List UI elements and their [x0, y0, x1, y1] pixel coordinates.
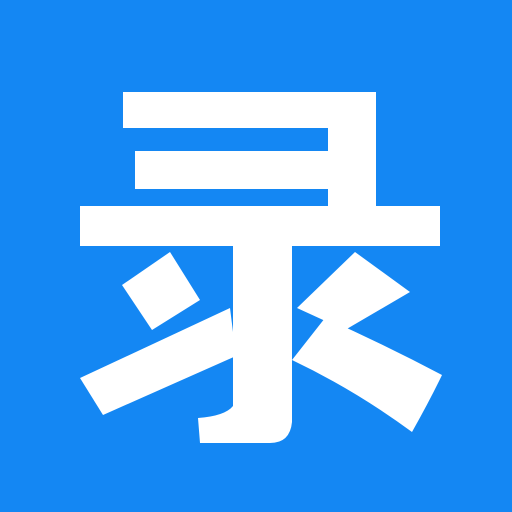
- record-glyph-icon: [0, 0, 512, 512]
- app-icon: [0, 0, 512, 512]
